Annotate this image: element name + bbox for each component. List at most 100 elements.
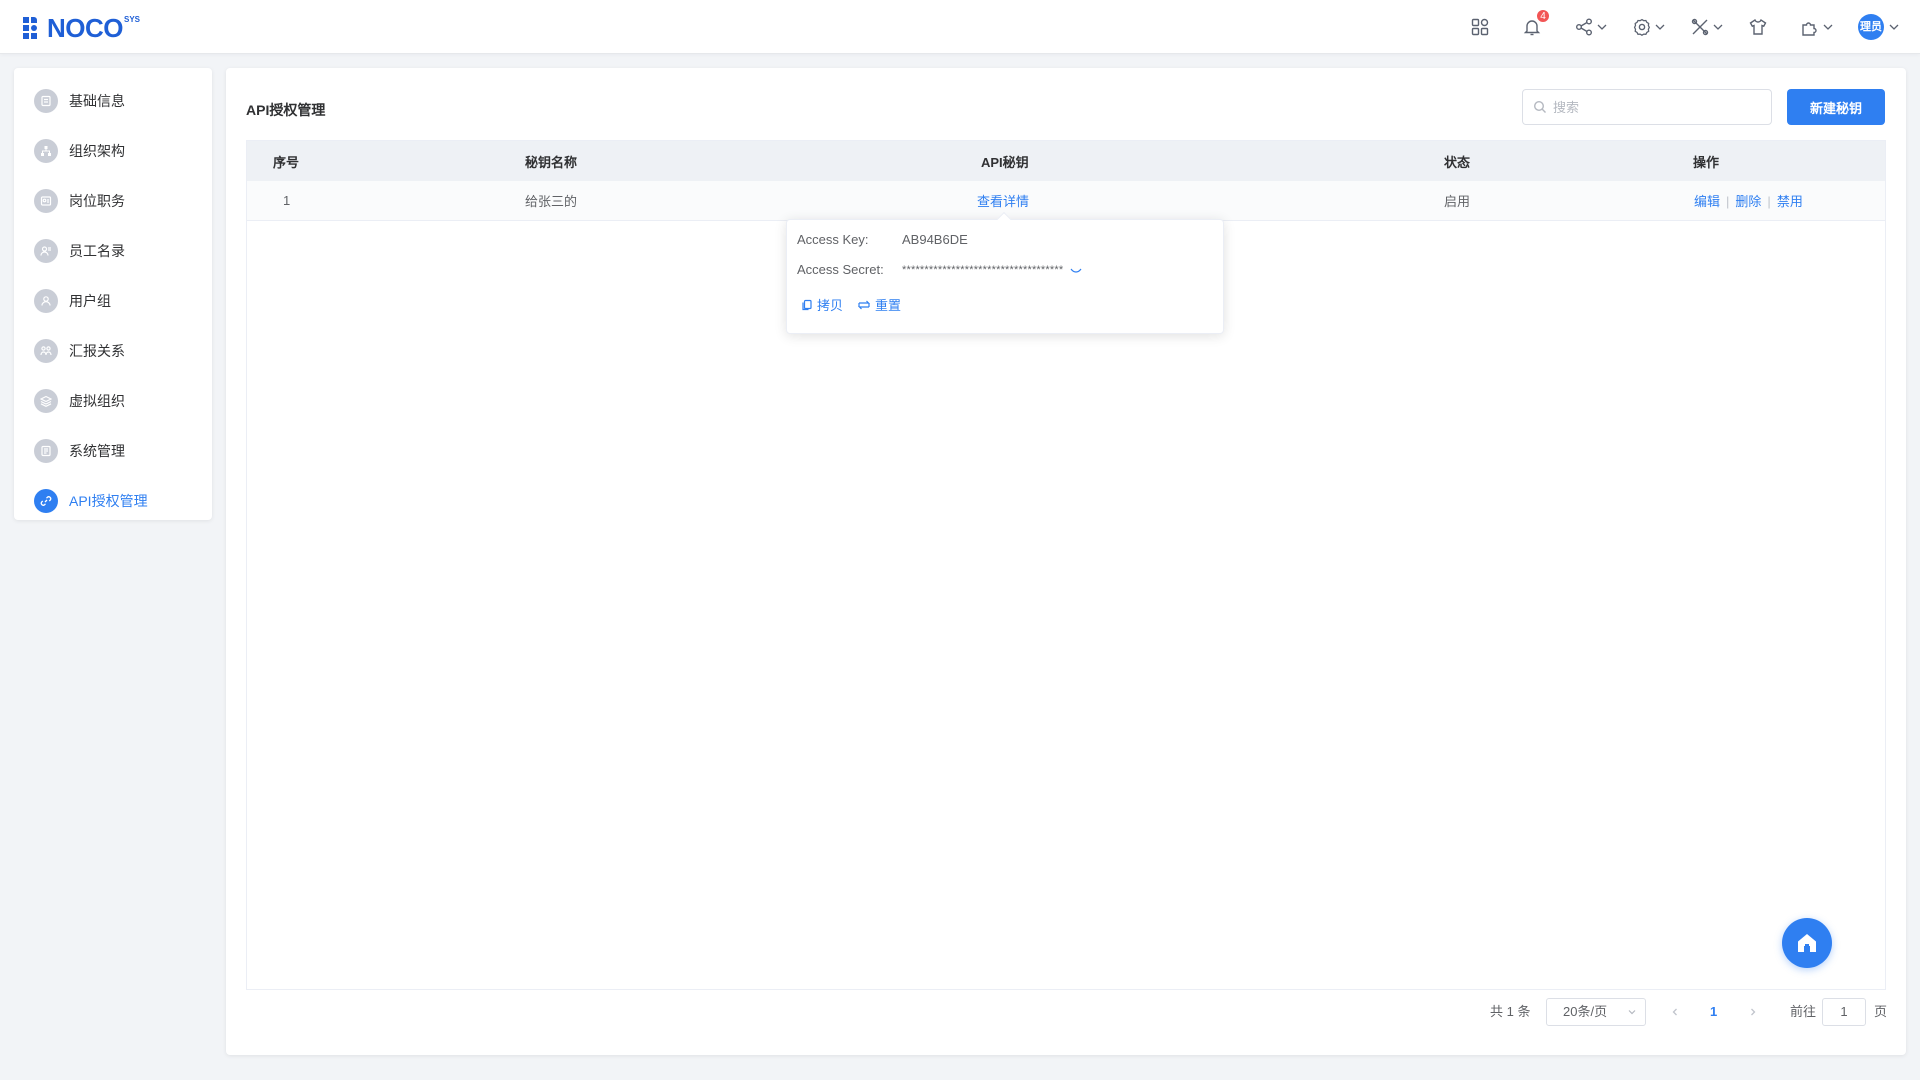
- avatar: 理员: [1858, 14, 1884, 40]
- column-header-api-key: API秘钥: [981, 154, 1029, 170]
- goto-suffix: 页: [1874, 1004, 1888, 1019]
- chevron-down-icon: [1597, 24, 1607, 30]
- chevron-right-icon: [1751, 1008, 1756, 1016]
- tools-icon: [1691, 18, 1709, 36]
- goto-page-input[interactable]: [1822, 998, 1866, 1026]
- apps-icon[interactable]: [1470, 17, 1490, 37]
- sidebar-item-staff-directory[interactable]: 员工名录: [14, 226, 212, 276]
- logo[interactable]: NOCO SYS: [23, 14, 140, 42]
- search-input[interactable]: [1553, 99, 1753, 115]
- goto-prefix: 前往: [1790, 1004, 1817, 1019]
- delete-link[interactable]: 删除: [1735, 194, 1761, 209]
- new-key-button[interactable]: 新建秘钥: [1787, 89, 1885, 125]
- row-no: 1: [283, 193, 291, 208]
- share-menu[interactable]: [1574, 17, 1608, 37]
- org-tree-icon: [34, 139, 58, 163]
- chevron-down-icon: [1713, 24, 1723, 30]
- gear-icon: [1633, 18, 1651, 36]
- table-row: 1 给张三的 查看详情 启用 编辑 | 删除 | 禁用: [247, 181, 1885, 221]
- page-size-select[interactable]: 20条/页: [1546, 998, 1646, 1026]
- main-panel: API授权管理 新建秘钥 序号 秘钥名称 API秘钥 状态 操作 1 给张三的 …: [226, 68, 1906, 1055]
- key-details-popover: Access Key: AB94B6DE Access Secret: ****…: [786, 211, 1224, 334]
- column-header-no: 序号: [273, 154, 300, 170]
- column-header-name: 秘钥名称: [525, 154, 578, 170]
- sidebar-item-org-structure[interactable]: 组织架构: [14, 126, 212, 176]
- search-icon: [1533, 100, 1546, 113]
- logo-superscript: SYS: [124, 15, 141, 24]
- settings-menu[interactable]: [1632, 17, 1666, 37]
- table-header: 序号 秘钥名称 API秘钥 状态 操作: [247, 141, 1885, 181]
- sidebar-item-system-management[interactable]: 系统管理: [14, 426, 212, 476]
- top-header: NOCO SYS 4 理员: [0, 0, 1920, 54]
- chevron-down-icon: [1655, 24, 1665, 30]
- sidebar-item-label: 基础信息: [69, 93, 125, 109]
- sidebar-item-report-lines[interactable]: 汇报关系: [14, 326, 212, 376]
- plugin-menu[interactable]: [1800, 17, 1834, 37]
- row-actions: 编辑 | 删除 | 禁用: [1694, 194, 1803, 209]
- sidebar-item-label: 虚拟组织: [69, 393, 125, 409]
- sidebar-item-label: 岗位职务: [69, 193, 125, 209]
- sidebar-item-label: 组织架构: [69, 143, 125, 159]
- next-page-button[interactable]: [1748, 998, 1758, 1026]
- edit-link[interactable]: 编辑: [1694, 194, 1720, 209]
- page-title: API授权管理: [246, 102, 326, 118]
- access-key-row: Access Key: AB94B6DE: [797, 232, 968, 247]
- report-icon: [34, 339, 58, 363]
- shirt-icon[interactable]: [1748, 17, 1768, 37]
- system-icon: [34, 439, 58, 463]
- notification-badge: 4: [1536, 9, 1550, 23]
- layers-icon: [34, 389, 58, 413]
- sidebar-item-basic-info[interactable]: 基础信息: [14, 76, 212, 126]
- chevron-down-icon: [1823, 24, 1833, 30]
- sidebar-item-label: 系统管理: [69, 443, 125, 459]
- popover-actions: 拷贝 重置: [801, 295, 915, 314]
- sidebar-item-api-auth[interactable]: API授权管理: [14, 476, 212, 526]
- sidebar: 基础信息 组织架构 岗位职务 员工名录 用户组 汇报关系 虚拟组织 系统管理 A…: [14, 68, 212, 520]
- info-doc-icon: [34, 89, 58, 113]
- link-icon: [34, 489, 58, 513]
- staff-icon: [34, 239, 58, 263]
- view-details-link[interactable]: 查看详情: [977, 191, 1029, 210]
- access-secret-value: ************************************: [902, 263, 1064, 276]
- sidebar-item-virtual-org[interactable]: 虚拟组织: [14, 376, 212, 426]
- page-size-value: 20条/页: [1563, 1004, 1608, 1019]
- chevron-down-icon: [1628, 1010, 1636, 1015]
- total-count: 共 1 条: [1490, 1004, 1531, 1019]
- reset-label: 重置: [875, 298, 902, 313]
- access-key-label: Access Key:: [797, 232, 869, 247]
- user-group-icon: [34, 289, 58, 313]
- access-secret-label: Access Secret:: [797, 262, 884, 277]
- disable-link[interactable]: 禁用: [1777, 194, 1803, 209]
- sidebar-item-label: 员工名录: [69, 243, 125, 259]
- logo-text: NOCO: [47, 13, 124, 43]
- prev-page-button[interactable]: [1670, 998, 1680, 1026]
- refresh-icon: [858, 300, 870, 309]
- sidebar-item-positions[interactable]: 岗位职务: [14, 176, 212, 226]
- page-number-current[interactable]: 1: [1710, 998, 1717, 1026]
- chevron-left-icon: [1672, 1008, 1677, 1016]
- copy-icon: [802, 299, 812, 310]
- share-icon: [1576, 18, 1592, 36]
- user-menu[interactable]: 理员: [1858, 14, 1900, 40]
- sidebar-item-user-groups[interactable]: 用户组: [14, 276, 212, 326]
- row-name: 给张三的: [525, 194, 578, 209]
- position-icon: [34, 189, 58, 213]
- home-fab-button[interactable]: [1782, 918, 1832, 968]
- eye-toggle-icon[interactable]: [1069, 263, 1083, 277]
- sidebar-item-label: 汇报关系: [69, 343, 125, 359]
- header-toolbar: 4 理员: [1448, 0, 1900, 54]
- copy-label: 拷贝: [817, 298, 844, 313]
- tools-menu[interactable]: [1690, 17, 1724, 37]
- reset-button[interactable]: 重置: [857, 295, 901, 314]
- plugin-icon: [1802, 22, 1817, 36]
- sidebar-item-label: 用户组: [69, 293, 111, 309]
- logo-mark-icon: [23, 17, 45, 39]
- access-secret-row: Access Secret: *************************…: [797, 262, 1083, 277]
- search-box[interactable]: [1522, 89, 1772, 125]
- row-status: 启用: [1444, 194, 1471, 209]
- column-header-status: 状态: [1444, 154, 1471, 170]
- bell-icon[interactable]: 4: [1522, 9, 1550, 37]
- chevron-down-icon: [1889, 24, 1899, 30]
- home-icon: [1798, 934, 1816, 952]
- copy-button[interactable]: 拷贝: [801, 295, 843, 314]
